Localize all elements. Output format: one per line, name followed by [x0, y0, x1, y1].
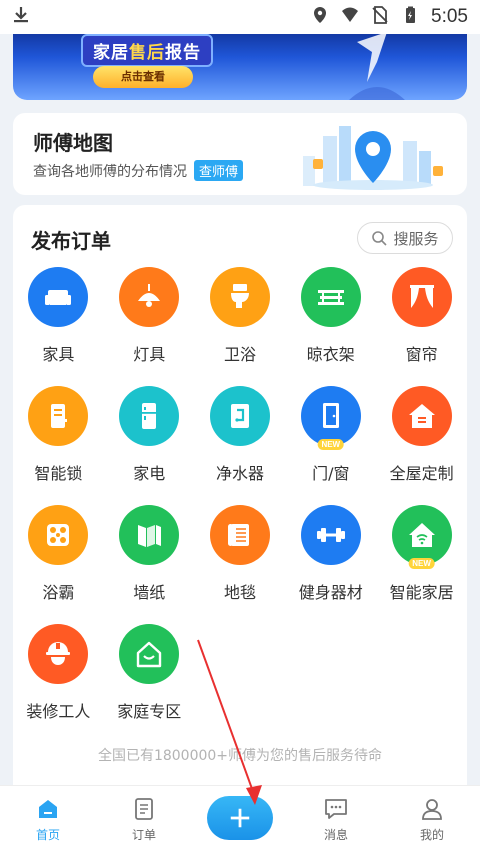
nav-profile[interactable]: 我的	[384, 786, 480, 853]
service-bath-heater[interactable]: 浴霸	[13, 505, 104, 610]
service-family-zone[interactable]: 家庭专区	[104, 624, 195, 729]
sofa-icon	[28, 267, 89, 327]
profile-icon	[422, 799, 442, 820]
find-master-tag[interactable]: 查师傅	[194, 160, 244, 181]
banner-view-button[interactable]: 点击查看	[93, 66, 193, 88]
service-search-button[interactable]: 搜服务	[357, 222, 453, 254]
service-door-window[interactable]: NEW 门/窗	[285, 386, 376, 491]
publish-order-panel: 发布订单 搜服务 家具 灯具 卫浴 晾衣架 窗帘 智能锁 家电 净水器 NEW …	[13, 205, 467, 785]
service-drying-rack[interactable]: 晾衣架	[285, 267, 376, 372]
battery-icon	[401, 6, 419, 28]
fridge-icon	[119, 386, 180, 446]
door-icon: NEW	[300, 386, 361, 450]
search-icon	[372, 231, 388, 246]
service-curtain[interactable]: 窗帘	[376, 267, 467, 372]
master-map-card[interactable]: 师傅地图 查询各地师傅的分布情况 查师傅	[13, 113, 467, 195]
nav-messages[interactable]: 消息	[288, 786, 384, 853]
bottom-navigation: 首页 订单 消息 我的	[0, 785, 480, 853]
smart-home-icon: NEW	[391, 505, 452, 569]
worker-icon	[28, 624, 89, 684]
publish-order-title: 发布订单	[31, 229, 111, 253]
service-wallpaper[interactable]: 墙纸	[104, 505, 195, 610]
master-map-title: 师傅地图	[33, 131, 113, 155]
service-grid: 家具 灯具 卫浴 晾衣架 窗帘 智能锁 家电 净水器 NEW 门/窗 全屋定制 …	[13, 267, 467, 729]
dumbbell-icon	[300, 505, 361, 565]
nav-orders[interactable]: 订单	[96, 786, 192, 853]
service-smart-lock[interactable]: 智能锁	[13, 386, 104, 491]
status-bar: 5:05	[0, 0, 480, 34]
city-map-pin-icon	[303, 126, 443, 190]
service-lamp[interactable]: 灯具	[104, 267, 195, 372]
service-fitness[interactable]: 健身器材	[285, 505, 376, 610]
smart-lock-icon	[28, 386, 89, 446]
nav-home[interactable]: 首页	[0, 786, 96, 853]
drying-rack-icon	[300, 267, 361, 327]
service-furniture[interactable]: 家具	[13, 267, 104, 372]
master-map-subtitle: 查询各地师傅的分布情况	[33, 164, 187, 180]
service-bathroom[interactable]: 卫浴	[195, 267, 286, 372]
no-sim-icon	[371, 6, 389, 28]
wallpaper-icon	[119, 505, 180, 565]
service-decoration-worker[interactable]: 装修工人	[13, 624, 104, 729]
banner-title: 家居售后报告	[81, 34, 213, 67]
carpet-icon	[209, 505, 270, 565]
water-purifier-icon	[209, 386, 270, 446]
clock: 5:05	[431, 6, 468, 27]
service-carpet[interactable]: 地毯	[195, 505, 286, 610]
home-icon	[39, 800, 57, 818]
service-water-purifier[interactable]: 净水器	[195, 386, 286, 491]
service-whole-house[interactable]: 全屋定制	[376, 386, 467, 491]
download-icon	[12, 5, 42, 30]
house-icon	[391, 386, 452, 446]
heater-icon	[28, 505, 89, 565]
curtain-icon	[391, 267, 452, 327]
home-zone-icon	[119, 624, 180, 684]
message-icon	[325, 799, 347, 819]
new-badge: NEW	[408, 558, 435, 569]
new-badge: NEW	[317, 439, 345, 450]
location-icon	[311, 6, 329, 28]
nav-publish[interactable]	[192, 786, 288, 853]
lamp-icon	[119, 267, 180, 327]
order-icon	[135, 798, 153, 820]
plus-icon[interactable]	[207, 795, 273, 840]
search-label: 搜服务	[393, 229, 439, 248]
toilet-icon	[209, 267, 270, 327]
service-appliance[interactable]: 家电	[104, 386, 195, 491]
wifi-icon	[341, 6, 359, 28]
service-smart-home[interactable]: NEW 智能家居	[376, 505, 467, 610]
master-count-footnote: 全国已有1800000+师傅为您的售后服务待命	[97, 748, 383, 764]
